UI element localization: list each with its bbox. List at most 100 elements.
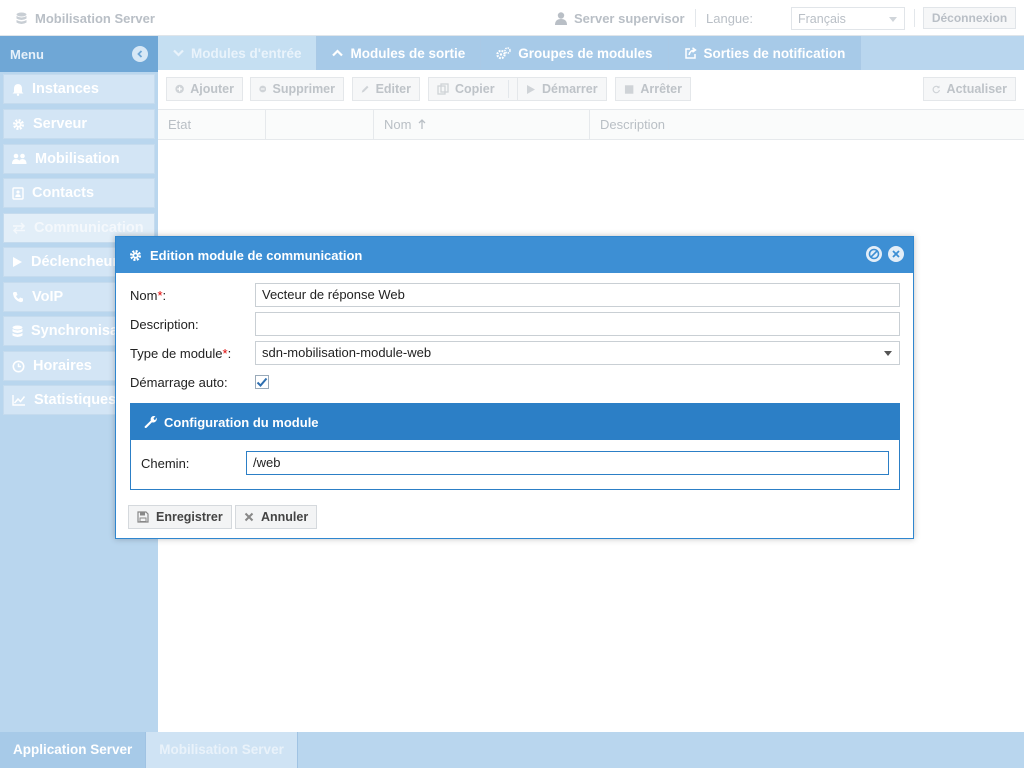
logout-button[interactable]: Déconnexion xyxy=(923,7,1016,29)
tab-mobilisation-server[interactable]: Mobilisation Server xyxy=(146,732,298,768)
user-menu[interactable]: Server supervisor xyxy=(555,11,685,26)
delete-label: Supprimer xyxy=(272,82,335,96)
dialog-title: Edition module de communication xyxy=(150,247,363,263)
edit-button[interactable]: Editer xyxy=(352,77,420,101)
separator xyxy=(508,80,509,98)
sort-ascending-icon xyxy=(418,119,426,129)
gears-icon xyxy=(496,46,512,59)
chevron-down-icon xyxy=(889,17,897,22)
sidebar-item-serveur[interactable]: Serveur xyxy=(3,109,155,139)
edit-label: Editer xyxy=(375,82,411,96)
sidebar-item-label: Instances xyxy=(32,81,99,97)
top-bar: Mobilisation Server Server supervisor La… xyxy=(0,0,1024,36)
refresh-label: Actualiser xyxy=(946,82,1007,96)
tab-sorties-notification[interactable]: Sorties de notification xyxy=(668,36,862,70)
play-icon xyxy=(13,257,22,267)
block-icon xyxy=(868,248,880,260)
name-field[interactable]: Vecteur de réponse Web xyxy=(255,283,900,307)
delete-button[interactable]: Supprimer xyxy=(250,77,344,101)
refresh-icon xyxy=(932,85,941,94)
column-header-blank[interactable] xyxy=(266,110,374,140)
save-button[interactable]: Enregistrer xyxy=(128,505,232,529)
clock-icon xyxy=(12,360,25,372)
add-label: Ajouter xyxy=(190,82,234,96)
sidebar-item-label: Mobilisation xyxy=(35,151,120,167)
minus-circle-icon xyxy=(259,85,267,93)
database-icon xyxy=(12,325,23,337)
path-field[interactable]: /web xyxy=(246,451,889,475)
edit-module-dialog: Edition module de communication Nom*: Ve… xyxy=(115,236,914,539)
gear-icon xyxy=(13,118,24,130)
module-config-panel: Configuration du module Chemin: /web xyxy=(130,403,900,490)
column-header-description[interactable]: Description xyxy=(590,110,1024,140)
copy-button[interactable]: Copier xyxy=(428,77,528,101)
chevron-up-icon xyxy=(332,49,344,57)
description-field[interactable] xyxy=(255,312,900,336)
module-type-select[interactable]: sdn-mobilisation-module-web xyxy=(255,341,900,365)
sidebar-header: Menu xyxy=(0,36,158,72)
chevron-down-icon xyxy=(173,49,184,57)
dialog-close-button[interactable] xyxy=(888,246,904,262)
tab-groupes-modules[interactable]: Groupes de modules xyxy=(481,36,669,70)
chevron-down-icon xyxy=(884,351,892,356)
column-label: Nom xyxy=(384,117,412,132)
module-type-value: sdn-mobilisation-module-web xyxy=(262,345,432,360)
module-type-label: Type de module*: xyxy=(130,345,232,361)
tab-modules-sortie[interactable]: Modules de sortie xyxy=(317,36,482,70)
exchange-icon xyxy=(12,222,26,234)
app-title-text: Mobilisation Server xyxy=(35,11,155,26)
description-row: Description: xyxy=(130,312,900,336)
sidebar-item-label: Déclencheurs xyxy=(31,254,127,270)
user-name: Server supervisor xyxy=(574,11,685,26)
start-button[interactable]: Démarrer xyxy=(517,77,607,101)
gear-icon xyxy=(130,249,141,261)
separator xyxy=(914,9,915,27)
language-label: Langue: xyxy=(706,11,753,26)
language-select[interactable]: Français xyxy=(791,7,905,30)
tab-application-server[interactable]: Application Server xyxy=(0,732,147,768)
chevron-left-icon xyxy=(137,50,143,58)
autostart-checkbox[interactable] xyxy=(255,375,269,389)
sidebar-item-label: Contacts xyxy=(32,185,95,201)
sidebar-item-mobilisation[interactable]: Mobilisation xyxy=(3,144,155,174)
sidebar-item-label: Communication xyxy=(34,220,144,236)
close-icon xyxy=(244,512,254,522)
save-label: Enregistrer xyxy=(156,510,223,524)
path-row: Chemin: /web xyxy=(141,451,889,475)
checkmark-icon xyxy=(256,377,268,387)
language-value: Français xyxy=(798,12,846,26)
wrench-icon xyxy=(144,416,157,429)
autostart-label: Démarrage auto: xyxy=(130,374,228,390)
phone-icon xyxy=(12,292,23,303)
sidebar-item-contacts[interactable]: Contacts xyxy=(3,178,155,208)
path-label: Chemin: xyxy=(141,455,190,471)
sidebar-item-label: Horaires xyxy=(33,358,92,374)
cancel-label: Annuler xyxy=(261,510,309,524)
module-config-title: Configuration du module xyxy=(164,414,319,430)
tab-modules-entree[interactable]: Modules d'entrée xyxy=(158,36,318,70)
close-icon xyxy=(892,250,900,258)
module-type-row: Type de module*: sdn-mobilisation-module… xyxy=(130,341,900,365)
column-header-etat[interactable]: Etat xyxy=(158,110,266,140)
chart-line-icon xyxy=(12,395,26,406)
collapse-menu-button[interactable] xyxy=(132,46,148,62)
tab-label: Modules d'entrée xyxy=(191,45,302,61)
refresh-button[interactable]: Actualiser xyxy=(923,77,1016,101)
share-icon xyxy=(684,46,697,59)
add-button[interactable]: Ajouter xyxy=(166,77,243,101)
contact-card-icon xyxy=(12,186,24,200)
play-icon xyxy=(527,84,535,94)
bottom-tabs: Application Server Mobilisation Server xyxy=(0,732,1024,768)
sidebar-item-instances[interactable]: Instances xyxy=(3,74,155,104)
sidebar-item-label: Statistiques xyxy=(34,392,117,408)
stop-button[interactable]: Arrêter xyxy=(615,77,691,101)
database-icon xyxy=(16,12,27,24)
autostart-row: Démarrage auto: xyxy=(130,370,900,394)
toolbar: Ajouter Supprimer Editer Copier Démarrer… xyxy=(158,70,1024,110)
dialog-header: Edition module de communication xyxy=(116,237,913,273)
dialog-minimize-button[interactable] xyxy=(866,246,882,262)
name-label: Nom*: xyxy=(130,287,167,303)
user-icon xyxy=(555,12,567,25)
column-header-nom[interactable]: Nom xyxy=(374,110,590,140)
cancel-button[interactable]: Annuler xyxy=(235,505,318,529)
